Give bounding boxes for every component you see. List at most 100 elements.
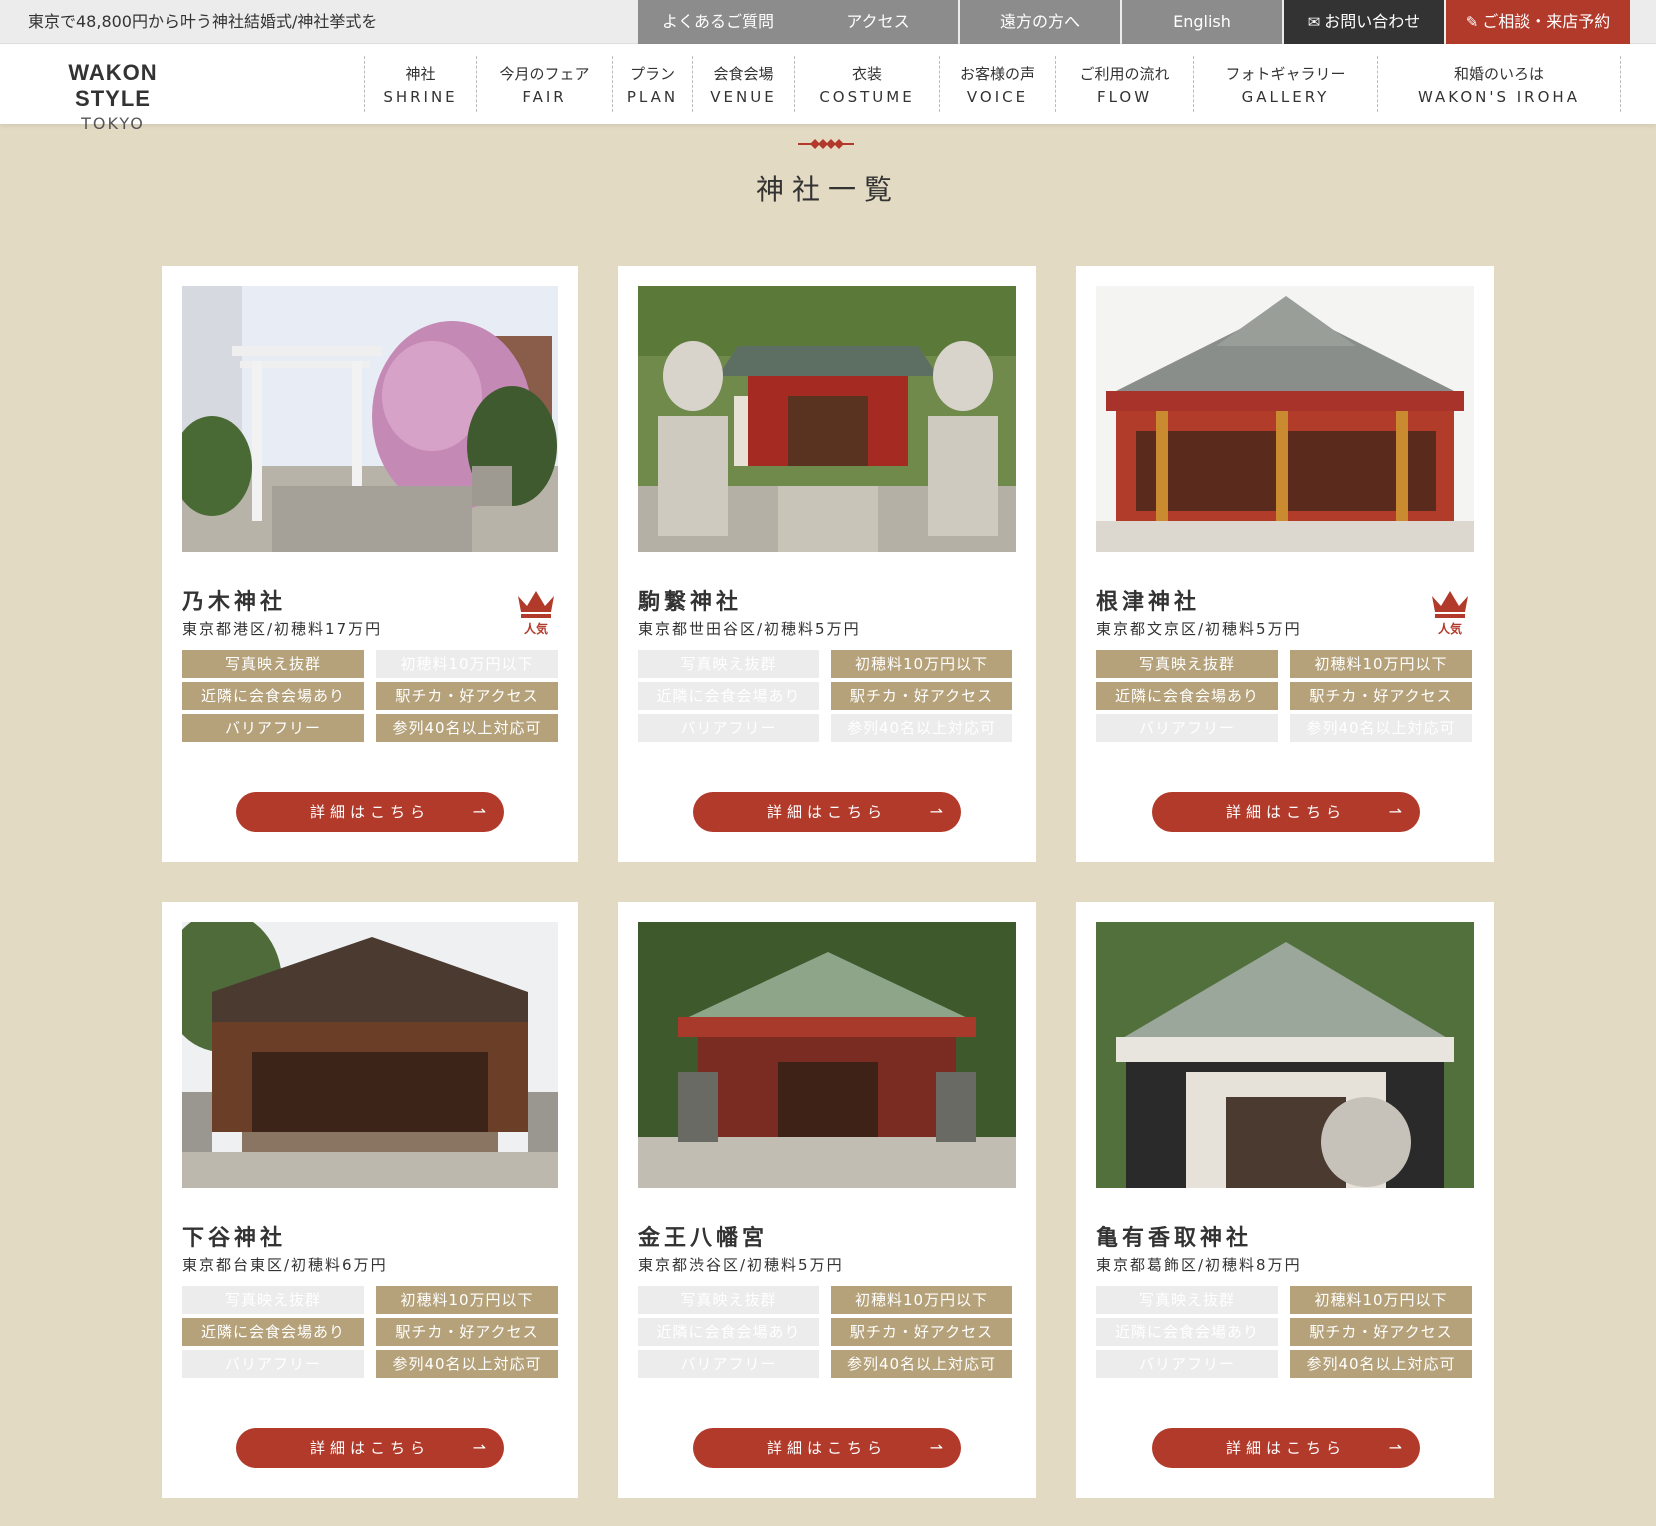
tag: 写真映え抜群 <box>1096 1286 1278 1314</box>
nav-item-fair[interactable]: 今月のフェア FAIR <box>476 56 612 112</box>
tag: 初穂料10万円以下 <box>1290 650 1472 678</box>
tag: 近隣に会食会場あり <box>638 1318 819 1346</box>
nav-item-jp: 和婚のいろは <box>1453 64 1544 83</box>
english-link[interactable]: English <box>1122 0 1282 44</box>
main-nav: 神社 SHRINE 今月のフェア FAIR プラン PLAN 会食会場 VENU… <box>364 56 1621 112</box>
arrow-right-icon: ⇀ <box>1388 802 1402 821</box>
tag: 参列40名以上対応可 <box>831 1350 1012 1378</box>
tag: 初穂料10万円以下 <box>376 1286 558 1314</box>
nav-item-shrine[interactable]: 神社 SHRINE <box>364 56 476 112</box>
nav-item-costume[interactable]: 衣装 COSTUME <box>794 56 939 112</box>
nav-item-en: VENUE <box>710 87 777 106</box>
shrine-card: 亀有香取神社 東京都葛飾区/初穂料8万円 写真映え抜群 初穂料10万円以下 近隣… <box>1076 902 1494 1498</box>
arrow-right-icon: ⇀ <box>929 802 943 821</box>
tag: 駅チカ・好アクセス <box>376 682 558 710</box>
nav-item-jp: 会食会場 <box>713 64 774 83</box>
details-button[interactable]: 詳細はこちら ⇀ <box>236 792 504 832</box>
shrine-photo-image <box>182 922 558 1188</box>
faq-link[interactable]: よくあるご質問 <box>638 0 798 44</box>
tag: 近隣に会食会場あり <box>182 682 364 710</box>
logo-main: WAKON STYLE <box>68 60 158 111</box>
access-link[interactable]: アクセス <box>798 0 958 44</box>
tag: 近隣に会食会場あり <box>1096 682 1278 710</box>
shrine-photo[interactable] <box>182 922 558 1188</box>
details-button[interactable]: 詳細はこちら ⇀ <box>1152 1428 1420 1468</box>
tag: 駅チカ・好アクセス <box>831 682 1012 710</box>
reserve-label: ご相談・来店予約 <box>1482 12 1611 31</box>
pencil-icon: ✎ <box>1465 13 1479 31</box>
nav-item-iroha[interactable]: 和婚のいろは WAKON'S IROHA <box>1377 56 1621 112</box>
shrine-tags: 写真映え抜群 初穂料10万円以下 近隣に会食会場あり 駅チカ・好アクセス バリア… <box>638 1286 1012 1378</box>
tag: 参列40名以上対応可 <box>376 1350 558 1378</box>
popular-badge: 人気 <box>1428 588 1472 637</box>
tag: 参列40名以上対応可 <box>1290 1350 1472 1378</box>
contact-link[interactable]: ✉ お問い合わせ <box>1284 0 1444 44</box>
nav-item-flow[interactable]: ご利用の流れ FLOW <box>1055 56 1193 112</box>
nav-item-en: WAKON'S IROHA <box>1418 87 1580 106</box>
nav-item-jp: フォトギャラリー <box>1225 64 1346 83</box>
nav-item-en: GALLERY <box>1241 87 1330 106</box>
nav-item-en: COSTUME <box>819 87 915 106</box>
tag: 駅チカ・好アクセス <box>1290 1318 1472 1346</box>
tag: 参列40名以上対応可 <box>1290 714 1472 742</box>
shrine-photo[interactable] <box>638 922 1016 1188</box>
nav-item-jp: 衣装 <box>851 64 882 83</box>
details-button[interactable]: 詳細はこちら ⇀ <box>1152 792 1420 832</box>
arrow-right-icon: ⇀ <box>1388 1438 1402 1457</box>
tag: 近隣に会食会場あり <box>1096 1318 1278 1346</box>
details-button-label: 詳細はこちら <box>309 1439 430 1457</box>
nav-item-gallery[interactable]: フォトギャラリー GALLERY <box>1193 56 1377 112</box>
tag: バリアフリー <box>638 714 819 742</box>
header: WAKON STYLE TOKYO 神社 SHRINE 今月のフェア FAIR … <box>0 44 1656 133</box>
tag: 写真映え抜群 <box>182 650 364 678</box>
shrine-card: 乃木神社 東京都港区/初穂料17万円 人気 写真映え抜群 初穂料10万円以下 近… <box>162 266 578 862</box>
details-button-label: 詳細はこちら <box>309 803 430 821</box>
tag: 写真映え抜群 <box>638 1286 819 1314</box>
tag: バリアフリー <box>182 1350 364 1378</box>
contact-label: お問い合わせ <box>1324 12 1421 31</box>
tag: 駅チカ・好アクセス <box>376 1318 558 1346</box>
shrine-name: 下谷神社 <box>182 1226 287 1251</box>
top-links-group: よくあるご質問 アクセス <box>638 0 958 44</box>
shrine-location: 東京都港区/初穂料17万円 <box>182 620 383 638</box>
shrine-location: 東京都文京区/初穂料5万円 <box>1096 620 1302 638</box>
arrow-right-icon: ⇀ <box>929 1438 943 1457</box>
shrine-name: 金王八幡宮 <box>638 1226 769 1251</box>
reserve-link[interactable]: ✎ ご相談・来店予約 <box>1446 0 1630 44</box>
details-button[interactable]: 詳細はこちら ⇀ <box>693 792 961 832</box>
tag: 初穂料10万円以下 <box>831 650 1012 678</box>
details-button-label: 詳細はこちら <box>1225 1439 1346 1457</box>
logo[interactable]: WAKON STYLE TOKYO <box>28 60 198 133</box>
far-away-link[interactable]: 遠方の方へ <box>960 0 1120 44</box>
tag: 写真映え抜群 <box>638 650 819 678</box>
shrine-tags: 写真映え抜群 初穂料10万円以下 近隣に会食会場あり 駅チカ・好アクセス バリア… <box>1096 1286 1472 1378</box>
nav-item-voice[interactable]: お客様の声 VOICE <box>939 56 1055 112</box>
shrine-tags: 写真映え抜群 初穂料10万円以下 近隣に会食会場あり 駅チカ・好アクセス バリア… <box>1096 650 1472 742</box>
tag: バリアフリー <box>1096 1350 1278 1378</box>
top-bar: 東京で48,800円から叶う神社結婚式/神社挙式を よくあるご質問 アクセス 遠… <box>0 0 1656 44</box>
nav-item-plan[interactable]: プラン PLAN <box>612 56 692 112</box>
nav-item-venue[interactable]: 会食会場 VENUE <box>692 56 794 112</box>
shrine-photo-image <box>638 286 1016 552</box>
shrine-card: 下谷神社 東京都台東区/初穂料6万円 写真映え抜群 初穂料10万円以下 近隣に会… <box>162 902 578 1498</box>
details-button[interactable]: 詳細はこちら ⇀ <box>693 1428 961 1468</box>
tag: バリアフリー <box>182 714 364 742</box>
shrine-location: 東京都世田谷区/初穂料5万円 <box>638 620 861 638</box>
shrine-photo[interactable] <box>1096 922 1474 1188</box>
tag: 初穂料10万円以下 <box>376 650 558 678</box>
logo-sub: TOKYO <box>81 114 145 133</box>
tag: バリアフリー <box>638 1350 819 1378</box>
shrine-photo[interactable] <box>1096 286 1474 552</box>
tagline: 東京で48,800円から叶う神社結婚式/神社挙式を <box>28 12 378 31</box>
shrine-name: 乃木神社 <box>182 590 287 615</box>
tag: 近隣に会食会場あり <box>638 682 819 710</box>
shrine-photo[interactable] <box>182 286 558 552</box>
shrine-photo-image <box>1096 286 1474 552</box>
crown-icon <box>1432 591 1468 618</box>
shrine-tags: 写真映え抜群 初穂料10万円以下 近隣に会食会場あり 駅チカ・好アクセス バリア… <box>638 650 1012 742</box>
envelope-icon: ✉ <box>1307 13 1321 31</box>
shrine-photo[interactable] <box>638 286 1016 552</box>
shrine-tags: 写真映え抜群 初穂料10万円以下 近隣に会食会場あり 駅チカ・好アクセス バリア… <box>182 650 558 742</box>
shrine-card: 駒繋神社 東京都世田谷区/初穂料5万円 写真映え抜群 初穂料10万円以下 近隣に… <box>618 266 1036 862</box>
details-button[interactable]: 詳細はこちら ⇀ <box>236 1428 504 1468</box>
